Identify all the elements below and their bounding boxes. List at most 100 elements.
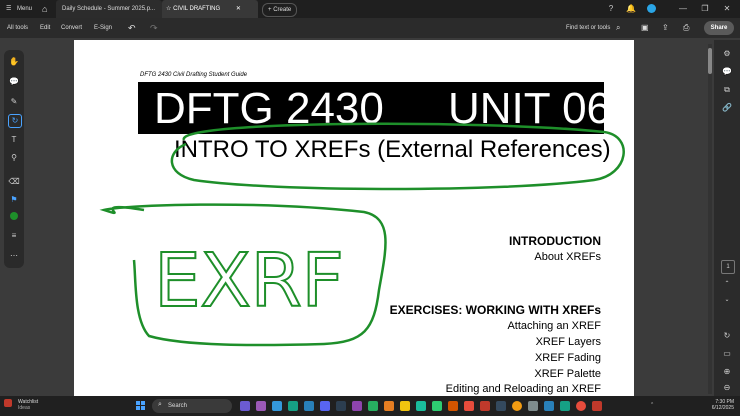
draw-freehand-icon[interactable]: ↻ (8, 114, 22, 128)
close-tab-icon[interactable]: ✕ (236, 6, 241, 12)
search-icon: ⌕ (158, 401, 162, 408)
exercise-item: Attaching an XREF (507, 320, 601, 332)
app-icon[interactable] (368, 401, 378, 411)
app-icon[interactable] (544, 401, 554, 411)
title-bar: ☰ Menu ⌂ Daily Schedule - Summer 2025.p.… (0, 0, 740, 18)
save-icon[interactable]: ▣ (641, 18, 649, 38)
close-window-icon[interactable]: ✕ (716, 0, 738, 18)
introduction-heading: INTRODUCTION (509, 234, 601, 248)
app-icon[interactable] (576, 401, 586, 411)
page-down-icon[interactable]: ⌄ (721, 294, 733, 306)
line-weight-icon[interactable]: ≡ (8, 230, 20, 242)
tab-daily-schedule[interactable]: Daily Schedule - Summer 2025.p... (56, 0, 162, 18)
app-icon[interactable] (448, 401, 458, 411)
app-icon[interactable] (336, 401, 346, 411)
app-icon[interactable] (560, 401, 570, 411)
zoom-in-icon[interactable]: ⊕ (721, 366, 733, 378)
app-icon[interactable] (352, 401, 362, 411)
task-view-icon[interactable] (240, 401, 250, 411)
share-button[interactable]: Share (704, 21, 734, 35)
app-icon[interactable] (528, 401, 538, 411)
scrollbar-thumb[interactable] (708, 48, 712, 74)
hand-tool-icon[interactable]: ✋ (8, 56, 20, 68)
ink-subtitle-loop (170, 122, 625, 191)
exercise-item: Editing and Reloading an XREF (445, 383, 601, 395)
account-avatar-icon[interactable] (640, 0, 662, 18)
menu-label[interactable]: Menu (17, 0, 32, 18)
pin-icon[interactable]: ⚑ (8, 194, 20, 206)
file-explorer-icon[interactable] (400, 401, 410, 411)
help-icon[interactable]: ? (600, 0, 622, 18)
zoom-out-icon[interactable]: ⊖ (721, 382, 733, 394)
clock-date: 6/12/2025 (711, 405, 734, 411)
rotate-icon[interactable]: ↻ (721, 330, 733, 342)
taskbar-search[interactable]: ⌕ Search (152, 399, 232, 413)
teams-icon[interactable] (320, 401, 330, 411)
vertical-scrollbar[interactable] (708, 44, 712, 394)
menu-bar: All tools Edit Convert E-Sign ↶ ↷ Find t… (0, 18, 740, 38)
home-icon[interactable]: ⌂ (42, 0, 47, 18)
pages-icon[interactable]: ⧉ (721, 84, 733, 96)
comments-panel-icon[interactable]: 💬 (721, 66, 733, 78)
stamp-icon[interactable]: ⚲ (8, 152, 20, 164)
app-icon[interactable] (464, 401, 474, 411)
mail-icon[interactable] (304, 401, 314, 411)
comment-icon[interactable]: 💬 (8, 76, 20, 88)
handwritten-xref: EXRF (154, 238, 344, 324)
app-icon[interactable] (432, 401, 442, 411)
taskbar: Watchlist Ideas ⌕ Search ⌃ 7:30 PM 6/12/… (0, 396, 740, 416)
watchlist-icon[interactable] (4, 399, 12, 407)
attachments-icon[interactable]: 🔗 (721, 102, 733, 114)
exercise-item: XREF Layers (535, 336, 601, 348)
star-icon[interactable]: ☆ (166, 6, 171, 12)
document-page: DFTG 2430 Civil Drafting Student Guide D… (74, 40, 634, 396)
undo-icon[interactable]: ↶ (128, 18, 136, 38)
exercises-heading: EXERCISES: WORKING WITH XREFs (389, 303, 601, 317)
upload-icon[interactable]: ⇪ (662, 18, 669, 38)
acrobat-icon[interactable] (592, 401, 602, 411)
page-number-box[interactable]: 1 (721, 260, 735, 274)
find-text-label[interactable]: Find text or tools (566, 18, 610, 38)
more-tools-icon[interactable]: ⋯ (8, 250, 20, 262)
notifications-icon[interactable]: 🔔 (620, 0, 642, 18)
search-icon[interactable]: ⌕ (616, 18, 620, 38)
minimize-icon[interactable]: — (672, 0, 694, 18)
tab-civil-drafting[interactable]: ☆ CIVIL DRAFTING ✕ (162, 0, 258, 18)
restore-icon[interactable]: ❐ (694, 0, 716, 18)
telegram-icon[interactable] (272, 401, 282, 411)
app-icon[interactable] (496, 401, 506, 411)
chrome-icon[interactable] (512, 401, 522, 411)
search-label: Search (168, 403, 188, 409)
introduction-item: About XREFs (534, 251, 601, 263)
system-tray-icon[interactable]: ⌃ (650, 402, 654, 408)
copilot-icon[interactable] (256, 401, 266, 411)
menu-e-sign[interactable]: E-Sign (94, 18, 112, 38)
tab-label: CIVIL DRAFTING (173, 6, 221, 12)
app-icon[interactable] (480, 401, 490, 411)
edge-icon[interactable] (288, 401, 298, 411)
create-label: Create (273, 7, 292, 13)
print-icon[interactable]: ⎙ (683, 18, 689, 38)
weather-sub: Ideas (18, 405, 31, 411)
redo-icon[interactable]: ↷ (150, 18, 158, 38)
menu-all-tools[interactable]: All tools (7, 18, 28, 38)
plus-icon: + (268, 7, 272, 13)
settings-icon[interactable]: ⚙ (721, 48, 733, 60)
menu-edit[interactable]: Edit (40, 18, 50, 38)
menu-icon[interactable]: ☰ (6, 0, 11, 18)
start-icon[interactable] (136, 401, 146, 411)
left-toolbar: ✋ 💬 ✎ ↻ T ⚲ ⌫ ⚑ ≡ ⋯ (4, 50, 24, 268)
app-icon[interactable] (416, 401, 426, 411)
fit-page-icon[interactable]: ▭ (721, 348, 733, 360)
highlight-pen-icon[interactable]: ✎ (8, 96, 20, 108)
page-up-icon[interactable]: ⌃ (721, 278, 733, 290)
app-icon[interactable] (384, 401, 394, 411)
text-box-icon[interactable]: T (8, 134, 20, 146)
tab-label: Daily Schedule - Summer 2025.p... (62, 6, 156, 12)
menu-convert[interactable]: Convert (61, 18, 82, 38)
create-button[interactable]: + Create (262, 3, 298, 17)
widgets-area[interactable]: Watchlist Ideas (18, 399, 38, 411)
eraser-icon[interactable]: ⌫ (8, 176, 20, 188)
clock[interactable]: 7:30 PM 6/12/2025 (686, 399, 734, 411)
color-swatch-icon[interactable] (8, 212, 20, 224)
